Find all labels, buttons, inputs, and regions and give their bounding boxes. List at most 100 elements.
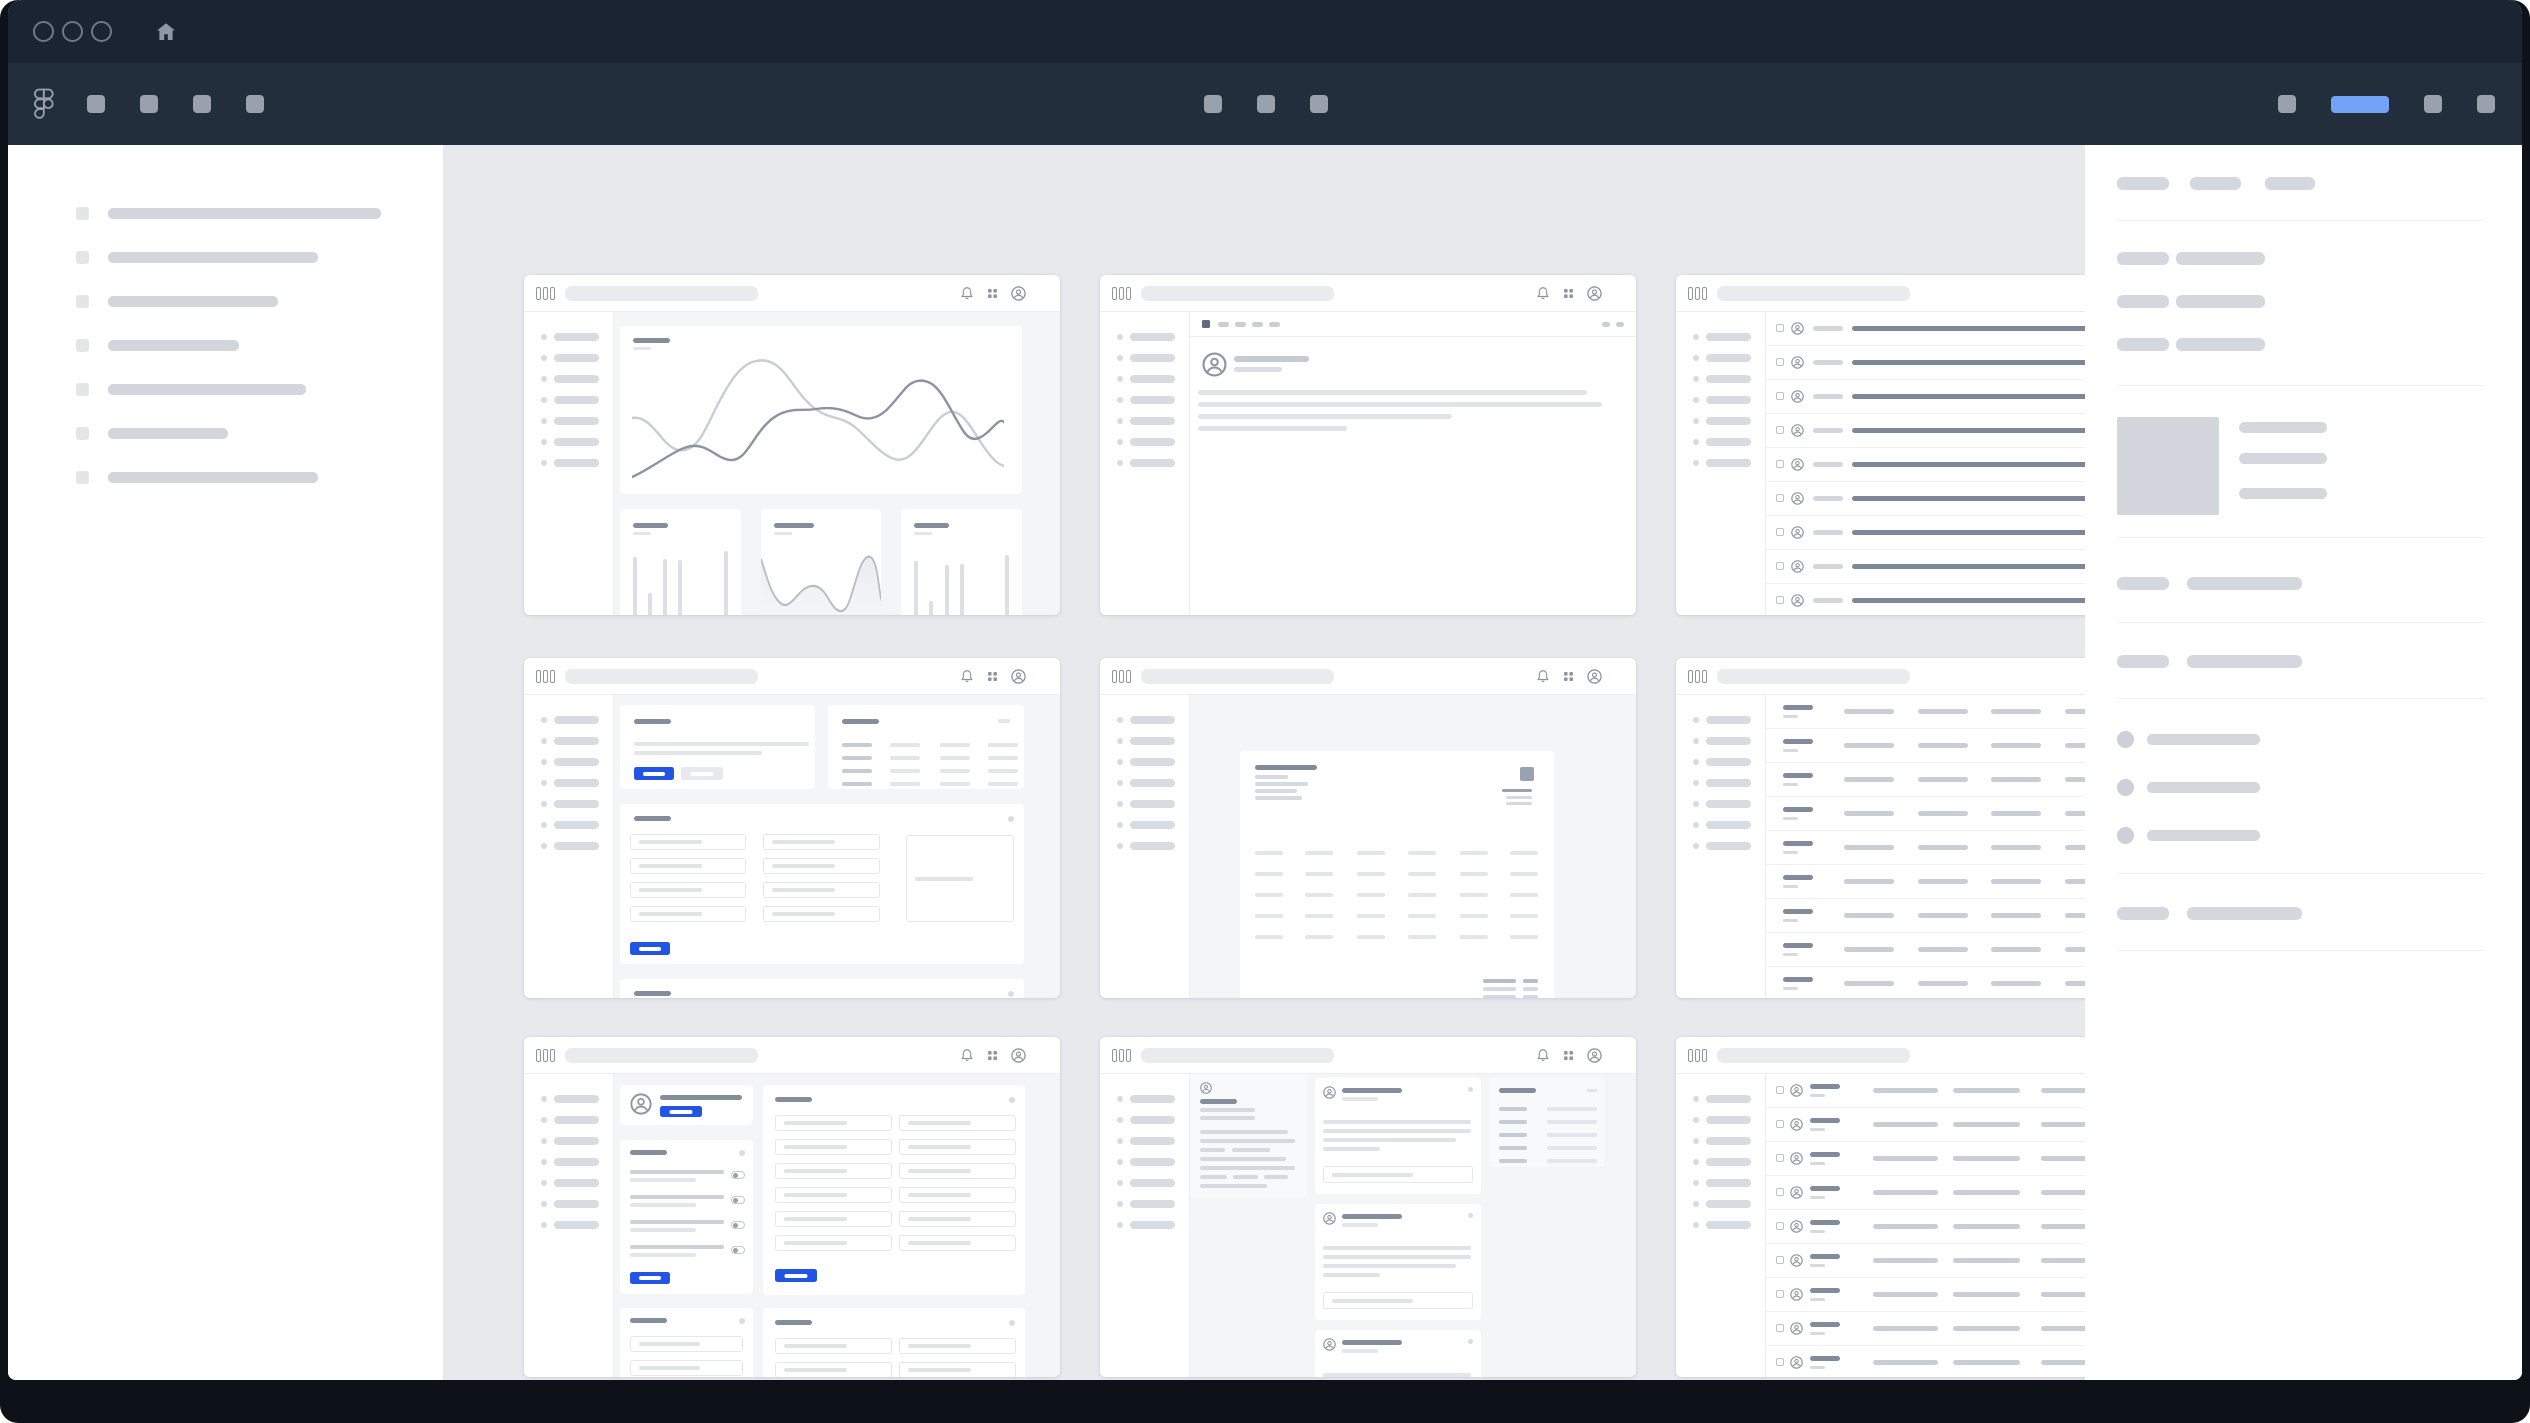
nav-label-placeholder xyxy=(1706,438,1751,446)
wf-nav-item xyxy=(524,1130,613,1151)
nav-dot xyxy=(541,418,547,424)
nav-dot xyxy=(1693,418,1699,424)
bar-chart xyxy=(633,549,728,615)
sub-placeholder xyxy=(1810,1264,1825,1267)
sidebar-item[interactable] xyxy=(76,471,443,484)
toolbar-center-group xyxy=(1204,63,1328,145)
card-title-placeholder xyxy=(634,719,671,724)
input-field xyxy=(630,1336,743,1352)
wf-header xyxy=(1100,1037,1636,1074)
wf-nav-item xyxy=(1100,1193,1189,1214)
toolbar-center-button[interactable] xyxy=(1310,95,1328,113)
checkbox-icon xyxy=(1776,1188,1784,1196)
cell-title-placeholder xyxy=(1783,943,1813,948)
cell-placeholder xyxy=(890,782,920,786)
cell-sub-placeholder xyxy=(1783,783,1798,786)
nav-label-placeholder xyxy=(1706,1095,1751,1103)
nav-dot xyxy=(541,759,547,765)
text-line xyxy=(1198,426,1628,438)
toolbar-right-button[interactable] xyxy=(2424,95,2442,113)
inspector-tab[interactable] xyxy=(2265,177,2315,190)
canvas-frame-social-feed[interactable] xyxy=(1100,1037,1636,1377)
nav-dot xyxy=(1117,822,1123,828)
toolbar-right-button[interactable] xyxy=(2477,95,2495,113)
email-toolbar xyxy=(1190,312,1636,337)
style-row[interactable] xyxy=(2117,779,2485,827)
toolbar-tool-button[interactable] xyxy=(87,95,105,113)
nav-dot xyxy=(1117,439,1123,445)
sender-name-placeholder xyxy=(1234,356,1309,362)
name-placeholder xyxy=(1499,1146,1527,1150)
text-line xyxy=(1323,1147,1473,1156)
inspector-tab[interactable] xyxy=(2117,177,2169,190)
app-content xyxy=(8,145,2522,1380)
inspector-tab[interactable] xyxy=(2190,177,2241,190)
toolbar-right-button[interactable] xyxy=(2278,95,2296,113)
property-label-placeholder xyxy=(2117,907,2169,920)
sender-meta-placeholder xyxy=(1234,367,1282,372)
sidebar-item[interactable] xyxy=(76,427,443,440)
wf-nav-item xyxy=(1676,431,1765,452)
sidebar-item[interactable] xyxy=(76,251,443,264)
style-swatch-circle xyxy=(2117,779,2134,796)
wf-nav-item xyxy=(1100,389,1189,410)
input-field xyxy=(630,1360,743,1376)
card-title-placeholder xyxy=(634,991,671,996)
name-placeholder xyxy=(1499,1159,1527,1163)
stats-table xyxy=(828,739,1024,791)
window-control-close[interactable] xyxy=(33,21,54,42)
input-field xyxy=(899,1115,1016,1131)
canvas-frame-settings-forms[interactable] xyxy=(524,658,1060,998)
sidebar-item[interactable] xyxy=(76,383,443,396)
sidebar-item[interactable] xyxy=(76,295,443,308)
suggestion-row xyxy=(1499,1144,1597,1157)
chart-bar xyxy=(929,601,933,615)
wf-nav-item xyxy=(1676,347,1765,368)
nav-label-placeholder xyxy=(1130,396,1175,404)
sender-avatar-icon xyxy=(1202,352,1227,377)
toolbar-tool-button[interactable] xyxy=(140,95,158,113)
window-control-minimize[interactable] xyxy=(62,21,83,42)
stats-row xyxy=(828,752,1024,765)
user-avatar-icon xyxy=(1791,424,1804,437)
suggestion-row xyxy=(1499,1131,1597,1144)
canvas-frame-analytics-dashboard[interactable] xyxy=(524,275,1060,615)
wf-nav-item xyxy=(1676,772,1765,793)
preview-swatch[interactable] xyxy=(2117,417,2219,515)
nav-dot xyxy=(541,1180,547,1186)
sidebar-item[interactable] xyxy=(76,207,443,220)
window-control-maximize[interactable] xyxy=(91,21,112,42)
wf-nav-item xyxy=(524,1109,613,1130)
sub-placeholder xyxy=(1810,1298,1825,1301)
nav-label-placeholder xyxy=(1130,1116,1175,1124)
style-row[interactable] xyxy=(2117,731,2485,779)
canvas-frame-email-detail[interactable] xyxy=(1100,275,1636,615)
toolbar-tool-button[interactable] xyxy=(193,95,211,113)
home-icon[interactable] xyxy=(154,20,178,44)
text-line-placeholder xyxy=(1200,1157,1286,1161)
toolbar-tool-button[interactable] xyxy=(246,95,264,113)
style-row[interactable] xyxy=(2117,827,2485,875)
input-field xyxy=(899,1235,1016,1251)
sender-placeholder xyxy=(1813,496,1843,501)
invoice-row xyxy=(1240,885,1554,906)
intro-card xyxy=(620,705,815,789)
share-button[interactable] xyxy=(2331,96,2389,113)
cell-placeholder xyxy=(1844,845,1894,850)
nav-dot xyxy=(1693,843,1699,849)
cell-placeholder xyxy=(842,782,872,786)
figma-logo-icon[interactable] xyxy=(33,88,55,120)
setting-sub-placeholder xyxy=(630,1253,696,1257)
toolbar-center-button[interactable] xyxy=(1204,95,1222,113)
form-card-2 xyxy=(620,979,1024,998)
cell-placeholder xyxy=(1991,709,2041,714)
style-swatch-circle xyxy=(2117,731,2134,748)
canvas-frame-invoice[interactable] xyxy=(1100,658,1636,998)
checkbox-icon xyxy=(1776,494,1784,502)
sidebar-item[interactable] xyxy=(76,339,443,352)
toolbar-center-button[interactable] xyxy=(1257,95,1275,113)
canvas-frame-profile-settings[interactable] xyxy=(524,1037,1060,1377)
wf-header-icons xyxy=(1536,1048,1602,1063)
sender-placeholder xyxy=(1813,326,1843,331)
input-field xyxy=(630,906,746,922)
